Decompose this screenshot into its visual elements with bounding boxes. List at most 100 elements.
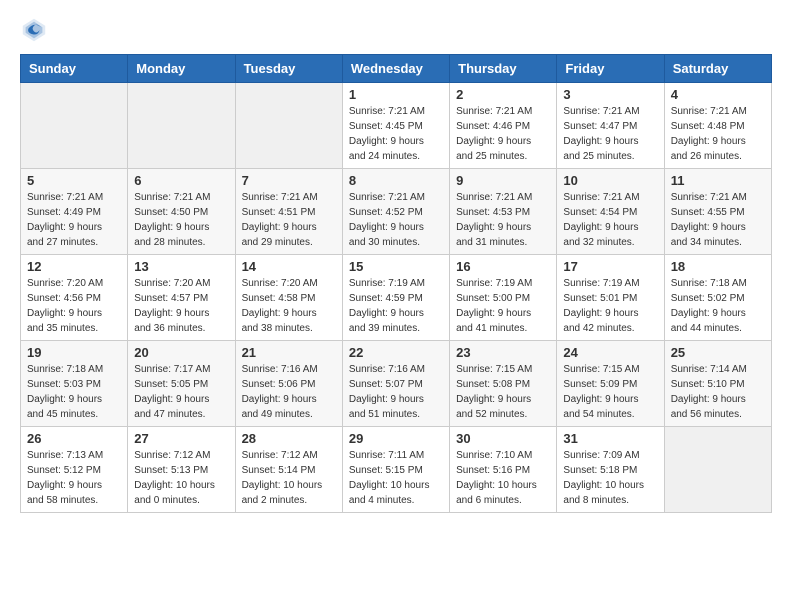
day-number: 20 <box>134 345 228 360</box>
calendar-cell <box>21 83 128 169</box>
day-number: 30 <box>456 431 550 446</box>
weekday-header-monday: Monday <box>128 55 235 83</box>
day-info: Sunrise: 7:16 AM Sunset: 5:06 PM Dayligh… <box>242 362 336 422</box>
calendar-cell: 9 Sunrise: 7:21 AM Sunset: 4:53 PM Daylig… <box>450 169 557 255</box>
day-info: Sunrise: 7:21 AM Sunset: 4:45 PM Dayligh… <box>349 104 443 164</box>
day-info: Sunrise: 7:16 AM Sunset: 5:07 PM Dayligh… <box>349 362 443 422</box>
calendar-cell <box>235 83 342 169</box>
day-info: Sunrise: 7:19 AM Sunset: 5:01 PM Dayligh… <box>563 276 657 336</box>
day-number: 13 <box>134 259 228 274</box>
day-info: Sunrise: 7:13 AM Sunset: 5:12 PM Dayligh… <box>27 448 121 508</box>
day-number: 16 <box>456 259 550 274</box>
day-number: 12 <box>27 259 121 274</box>
day-info: Sunrise: 7:21 AM Sunset: 4:48 PM Dayligh… <box>671 104 765 164</box>
calendar-cell: 30 Sunrise: 7:10 AM Sunset: 5:16 PM Dayli… <box>450 427 557 513</box>
calendar-cell: 22 Sunrise: 7:16 AM Sunset: 5:07 PM Dayli… <box>342 341 449 427</box>
calendar-week-row: 5 Sunrise: 7:21 AM Sunset: 4:49 PM Daylig… <box>21 169 772 255</box>
calendar-cell: 12 Sunrise: 7:20 AM Sunset: 4:56 PM Dayli… <box>21 255 128 341</box>
page: SundayMondayTuesdayWednesdayThursdayFrid… <box>0 0 792 529</box>
calendar-week-row: 12 Sunrise: 7:20 AM Sunset: 4:56 PM Dayli… <box>21 255 772 341</box>
day-info: Sunrise: 7:18 AM Sunset: 5:02 PM Dayligh… <box>671 276 765 336</box>
day-info: Sunrise: 7:20 AM Sunset: 4:57 PM Dayligh… <box>134 276 228 336</box>
calendar-cell: 20 Sunrise: 7:17 AM Sunset: 5:05 PM Dayli… <box>128 341 235 427</box>
weekday-header-tuesday: Tuesday <box>235 55 342 83</box>
calendar-cell <box>128 83 235 169</box>
day-number: 23 <box>456 345 550 360</box>
calendar-cell: 15 Sunrise: 7:19 AM Sunset: 4:59 PM Dayli… <box>342 255 449 341</box>
day-info: Sunrise: 7:10 AM Sunset: 5:16 PM Dayligh… <box>456 448 550 508</box>
day-info: Sunrise: 7:20 AM Sunset: 4:58 PM Dayligh… <box>242 276 336 336</box>
calendar-cell: 31 Sunrise: 7:09 AM Sunset: 5:18 PM Dayli… <box>557 427 664 513</box>
calendar-cell: 27 Sunrise: 7:12 AM Sunset: 5:13 PM Dayli… <box>128 427 235 513</box>
calendar-header-row: SundayMondayTuesdayWednesdayThursdayFrid… <box>21 55 772 83</box>
day-info: Sunrise: 7:21 AM Sunset: 4:53 PM Dayligh… <box>456 190 550 250</box>
day-number: 2 <box>456 87 550 102</box>
day-info: Sunrise: 7:21 AM Sunset: 4:51 PM Dayligh… <box>242 190 336 250</box>
day-number: 5 <box>27 173 121 188</box>
day-number: 24 <box>563 345 657 360</box>
calendar-cell: 3Sunrise: 7:21 AM Sunset: 4:47 PM Daylig… <box>557 83 664 169</box>
day-number: 10 <box>563 173 657 188</box>
day-info: Sunrise: 7:19 AM Sunset: 4:59 PM Dayligh… <box>349 276 443 336</box>
logo-icon <box>20 16 48 44</box>
calendar-cell: 2Sunrise: 7:21 AM Sunset: 4:46 PM Daylig… <box>450 83 557 169</box>
calendar-cell: 25 Sunrise: 7:14 AM Sunset: 5:10 PM Dayli… <box>664 341 771 427</box>
day-number: 22 <box>349 345 443 360</box>
day-number: 26 <box>27 431 121 446</box>
calendar-cell: 13 Sunrise: 7:20 AM Sunset: 4:57 PM Dayli… <box>128 255 235 341</box>
day-info: Sunrise: 7:15 AM Sunset: 5:08 PM Dayligh… <box>456 362 550 422</box>
day-number: 28 <box>242 431 336 446</box>
weekday-header-wednesday: Wednesday <box>342 55 449 83</box>
weekday-header-saturday: Saturday <box>664 55 771 83</box>
day-info: Sunrise: 7:21 AM Sunset: 4:54 PM Dayligh… <box>563 190 657 250</box>
calendar-cell: 17 Sunrise: 7:19 AM Sunset: 5:01 PM Dayli… <box>557 255 664 341</box>
day-number: 17 <box>563 259 657 274</box>
day-info: Sunrise: 7:14 AM Sunset: 5:10 PM Dayligh… <box>671 362 765 422</box>
day-number: 31 <box>563 431 657 446</box>
calendar-week-row: 26 Sunrise: 7:13 AM Sunset: 5:12 PM Dayli… <box>21 427 772 513</box>
day-info: Sunrise: 7:21 AM Sunset: 4:55 PM Dayligh… <box>671 190 765 250</box>
day-info: Sunrise: 7:20 AM Sunset: 4:56 PM Dayligh… <box>27 276 121 336</box>
day-number: 9 <box>456 173 550 188</box>
calendar-cell <box>664 427 771 513</box>
header <box>20 16 772 44</box>
calendar-cell: 8Sunrise: 7:21 AM Sunset: 4:52 PM Daylig… <box>342 169 449 255</box>
day-number: 15 <box>349 259 443 274</box>
day-info: Sunrise: 7:12 AM Sunset: 5:14 PM Dayligh… <box>242 448 336 508</box>
calendar-cell: 11 Sunrise: 7:21 AM Sunset: 4:55 PM Dayli… <box>664 169 771 255</box>
day-info: Sunrise: 7:09 AM Sunset: 5:18 PM Dayligh… <box>563 448 657 508</box>
calendar-week-row: 1 Sunrise: 7:21 AM Sunset: 4:45 PM Daylig… <box>21 83 772 169</box>
calendar-table: SundayMondayTuesdayWednesdayThursdayFrid… <box>20 54 772 513</box>
day-info: Sunrise: 7:21 AM Sunset: 4:49 PM Dayligh… <box>27 190 121 250</box>
day-number: 6 <box>134 173 228 188</box>
day-info: Sunrise: 7:21 AM Sunset: 4:50 PM Dayligh… <box>134 190 228 250</box>
calendar-cell: 19Sunrise: 7:18 AM Sunset: 5:03 PM Dayli… <box>21 341 128 427</box>
weekday-header-friday: Friday <box>557 55 664 83</box>
calendar-cell: 10 Sunrise: 7:21 AM Sunset: 4:54 PM Dayli… <box>557 169 664 255</box>
weekday-header-thursday: Thursday <box>450 55 557 83</box>
day-number: 3 <box>563 87 657 102</box>
calendar-cell: 24Sunrise: 7:15 AM Sunset: 5:09 PM Dayli… <box>557 341 664 427</box>
day-info: Sunrise: 7:17 AM Sunset: 5:05 PM Dayligh… <box>134 362 228 422</box>
calendar-cell: 28 Sunrise: 7:12 AM Sunset: 5:14 PM Dayli… <box>235 427 342 513</box>
day-number: 25 <box>671 345 765 360</box>
calendar-cell: 26 Sunrise: 7:13 AM Sunset: 5:12 PM Dayli… <box>21 427 128 513</box>
calendar-cell: 7 Sunrise: 7:21 AM Sunset: 4:51 PM Daylig… <box>235 169 342 255</box>
day-info: Sunrise: 7:12 AM Sunset: 5:13 PM Dayligh… <box>134 448 228 508</box>
weekday-header-sunday: Sunday <box>21 55 128 83</box>
calendar-cell: 1 Sunrise: 7:21 AM Sunset: 4:45 PM Daylig… <box>342 83 449 169</box>
day-number: 27 <box>134 431 228 446</box>
calendar-cell: 18 Sunrise: 7:18 AM Sunset: 5:02 PM Dayli… <box>664 255 771 341</box>
calendar-cell: 23 Sunrise: 7:15 AM Sunset: 5:08 PM Dayli… <box>450 341 557 427</box>
day-number: 11 <box>671 173 765 188</box>
day-number: 7 <box>242 173 336 188</box>
calendar-cell: 5 Sunrise: 7:21 AM Sunset: 4:49 PM Daylig… <box>21 169 128 255</box>
calendar-cell: 29Sunrise: 7:11 AM Sunset: 5:15 PM Dayli… <box>342 427 449 513</box>
day-info: Sunrise: 7:19 AM Sunset: 5:00 PM Dayligh… <box>456 276 550 336</box>
day-number: 29 <box>349 431 443 446</box>
day-number: 18 <box>671 259 765 274</box>
calendar-cell: 14 Sunrise: 7:20 AM Sunset: 4:58 PM Dayli… <box>235 255 342 341</box>
day-number: 1 <box>349 87 443 102</box>
calendar-cell: 6 Sunrise: 7:21 AM Sunset: 4:50 PM Daylig… <box>128 169 235 255</box>
day-number: 14 <box>242 259 336 274</box>
